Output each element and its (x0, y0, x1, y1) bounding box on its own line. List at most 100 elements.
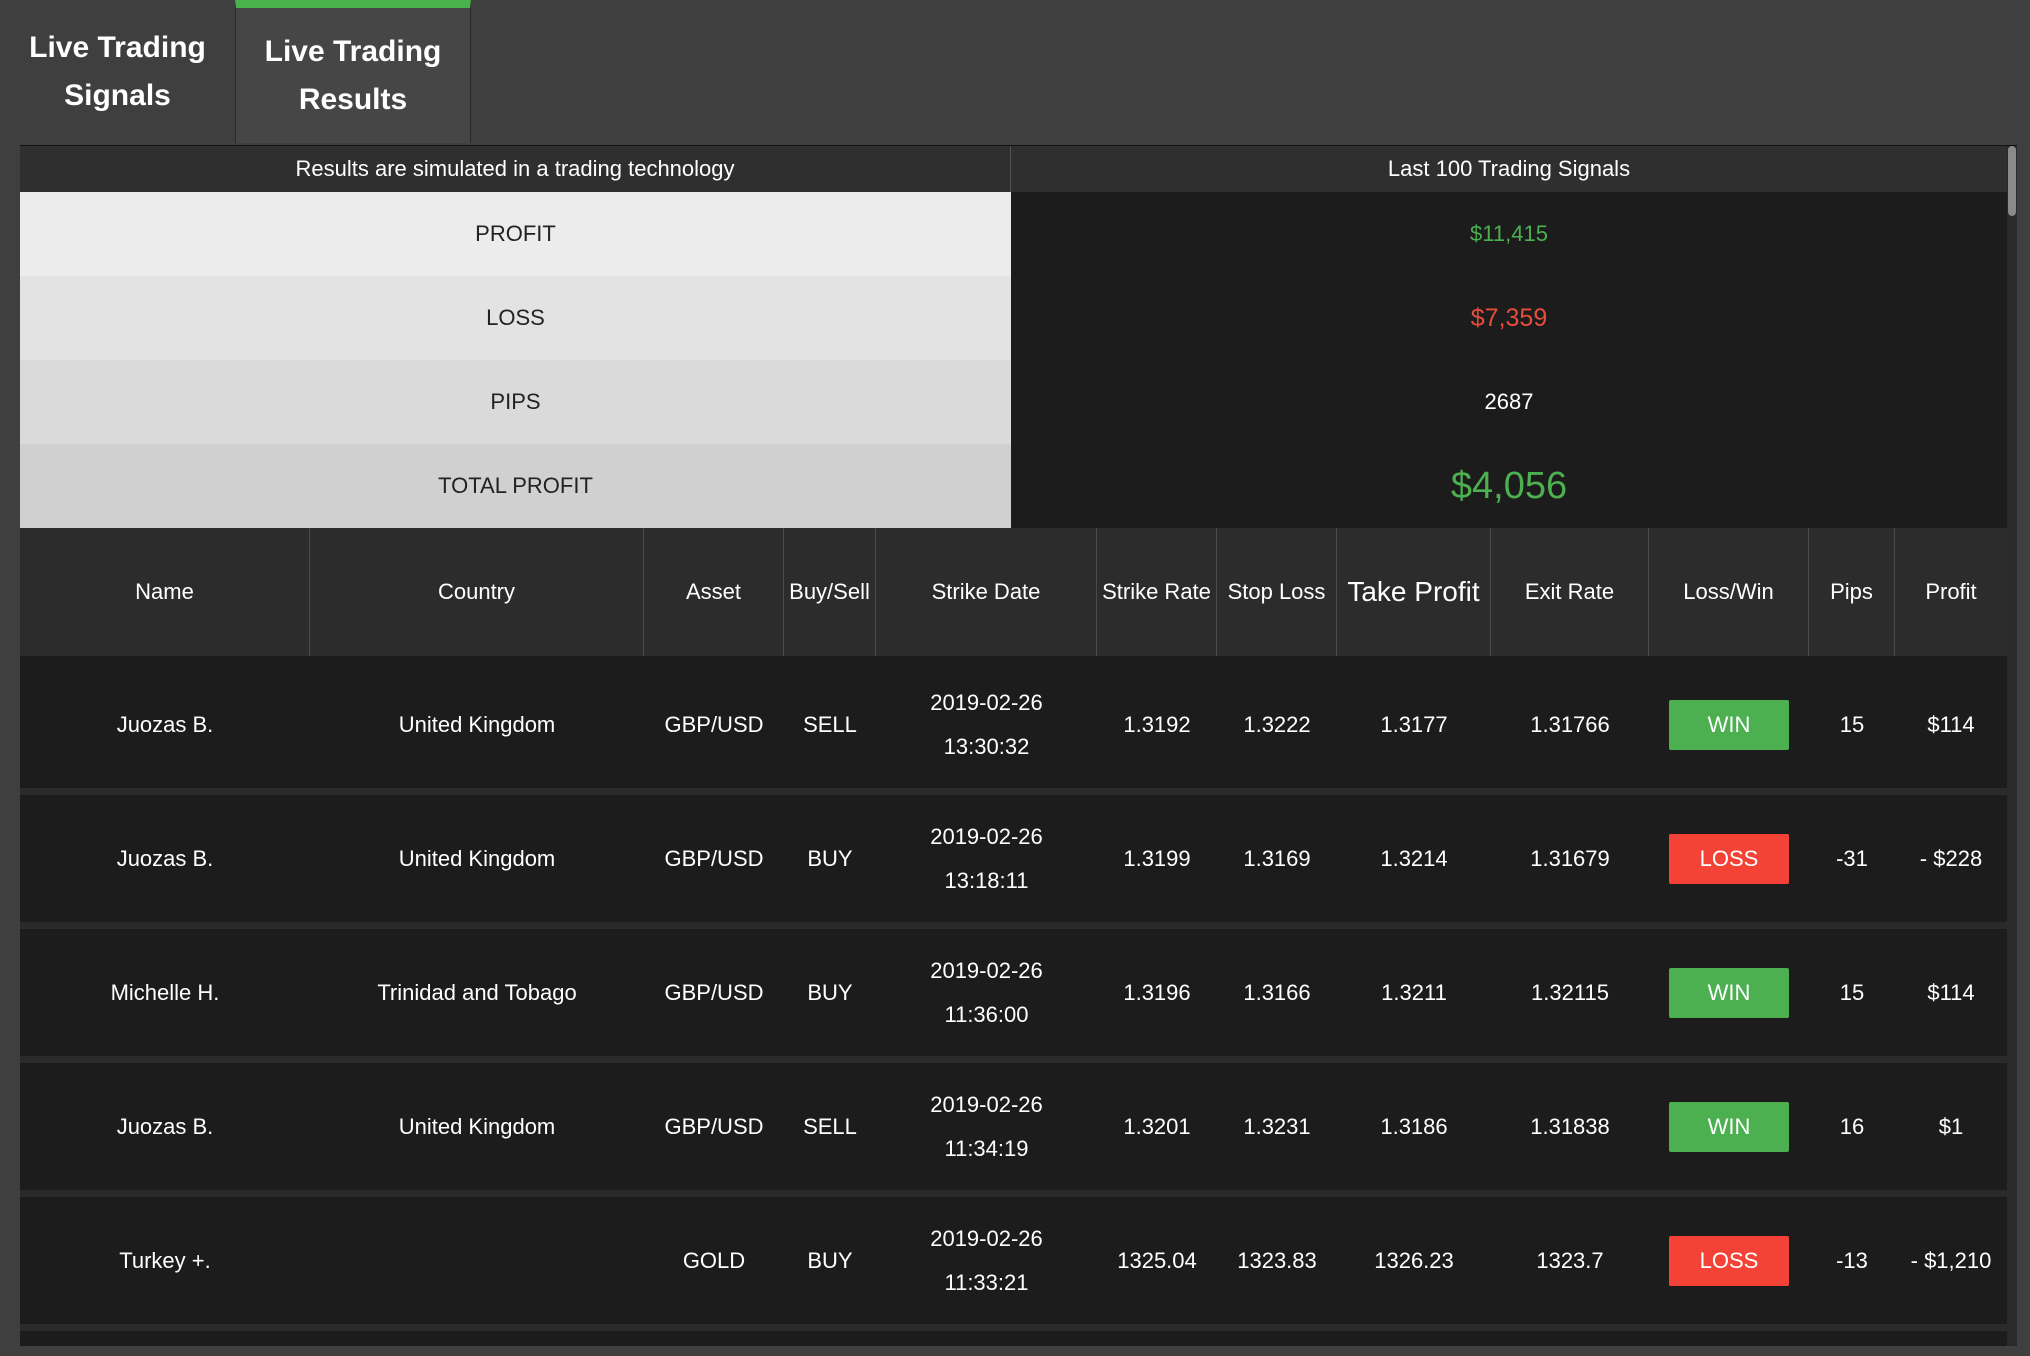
column-header-exit-rate[interactable]: Exit Rate (1491, 528, 1649, 656)
summary-header: Results are simulated in a trading techn… (20, 146, 2007, 192)
strike-date-text: 2019-02-26 (930, 957, 1043, 983)
cell-strike-date: 2019-02-26 11:34:19 (876, 1063, 1097, 1190)
table-row[interactable]: Turkey +. GOLD BUY 2019-02-26 11:33:21 1325.0… (20, 1197, 2007, 1331)
column-header-strike-date[interactable]: Strike Date (876, 528, 1097, 656)
cell-pips: 15 (1839, 979, 1865, 1005)
strike-date-text: 2019-02-26 (930, 823, 1043, 849)
cell-exit-rate: 1.31838 (1530, 1113, 1610, 1139)
table-header: Name Country Asset Buy/Sell Strike Date … (20, 528, 2007, 656)
cell-strike-date: 2019-02-26 11:33:21 (876, 1197, 1097, 1324)
strike-date-text: 2019-02-26 (930, 689, 1043, 715)
cell-asset: GOLD (682, 1247, 746, 1273)
table-row[interactable]: Juozas B. United Kingdom GBP/USD SELL 2019-0… (20, 661, 2007, 795)
cell-asset: GBP/USD (664, 979, 764, 1005)
cell-country: United Kingdom (398, 711, 556, 737)
column-header-name[interactable]: Name (20, 528, 310, 656)
cell-asset: GBP/USD (664, 1113, 764, 1139)
cell-strike-date: 2019-02-26 13:18:11 (876, 795, 1097, 922)
cell-buy-sell: BUY (807, 1247, 853, 1273)
column-header-asset[interactable]: Asset (644, 528, 784, 656)
cell-buy-sell: SELL (803, 1113, 857, 1139)
cell-take-profit: 1.3177 (1380, 711, 1448, 737)
cell-stop-loss: 1.3231 (1243, 1113, 1311, 1139)
cell-buy-sell: BUY (807, 845, 853, 871)
column-header-stop-loss[interactable]: Stop Loss (1217, 528, 1337, 656)
cell-country: United Kingdom (398, 845, 556, 871)
summary-row-pips: PIPS 2687 (20, 360, 2007, 444)
cell-exit-rate: 1.31679 (1530, 845, 1610, 871)
cell-profit: - $1,210 (1895, 1197, 2007, 1324)
column-header-pips[interactable]: Pips (1809, 528, 1895, 656)
cell-profit: $1 (1938, 1113, 1964, 1139)
strike-time-text: 11:36:00 (944, 1001, 1029, 1027)
win-badge: WIN (1669, 967, 1789, 1018)
table-row[interactable]: Michelle H. Trinidad and Tobago GBP/USD BUY… (20, 929, 2007, 1063)
loss-badge: LOSS (1669, 833, 1789, 884)
cell-country (310, 1197, 644, 1324)
summary-label: PROFIT (20, 192, 1011, 276)
win-badge: WIN (1669, 699, 1789, 750)
tab-label: Live Trading Signals (29, 30, 206, 112)
cell-loss-win: LOSS (1649, 795, 1809, 922)
cell-profit: $114 (1927, 711, 1975, 737)
summary-value: $11,415 (1011, 192, 2007, 276)
column-header-buy-sell[interactable]: Buy/Sell (784, 528, 876, 656)
cell-asset: GBP/USD (664, 711, 764, 737)
cell-take-profit: 1.3186 (1380, 1113, 1448, 1139)
column-header-take-profit[interactable]: Take Profit (1337, 528, 1491, 656)
cell-pips: -31 (1836, 845, 1868, 871)
cell-take-profit: 1.3211 (1381, 979, 1447, 1005)
cell-name: Juozas B. (116, 845, 214, 871)
cell-loss-win: LOSS (1649, 1197, 1809, 1324)
summary-row-total-profit: TOTAL PROFIT $4,056 (20, 444, 2007, 528)
strike-time-text: 11:33:21 (944, 1269, 1029, 1295)
strike-date-text: 2019-02-26 (930, 1225, 1043, 1251)
cell-exit-rate: 1.31766 (1530, 711, 1610, 737)
summary-label: PIPS (20, 360, 1011, 444)
cell-buy-sell: SELL (803, 711, 857, 737)
cell-profit: - $228 (1919, 845, 1983, 871)
tab-live-trading-results[interactable]: Live Trading Results (235, 0, 471, 143)
strike-time-text: 13:30:32 (943, 733, 1030, 759)
cell-loss-win: WIN (1649, 929, 1809, 1056)
table-row[interactable]: Juozas B. United Kingdom GBP/USD SELL 2019-0… (20, 1063, 2007, 1197)
summary-label: TOTAL PROFIT (20, 444, 1011, 528)
summary-value: $4,056 (1011, 444, 2007, 528)
cell-strike-date: 2019-02-26 13:30:32 (876, 661, 1097, 788)
summary-value: $7,359 (1011, 276, 2007, 360)
cell-strike-rate: 1325.04 (1117, 1247, 1197, 1273)
cell-pips: 16 (1839, 1113, 1865, 1139)
column-header-profit[interactable]: Profit (1895, 528, 2007, 656)
scrollbar[interactable] (2007, 146, 2017, 1346)
cell-strike-rate: 1.3199 (1123, 845, 1191, 871)
cell-strike-rate: 1.3192 (1123, 711, 1191, 737)
cell-loss-win: WIN (1649, 661, 1809, 788)
cell-stop-loss: 1323.83 (1237, 1247, 1317, 1273)
table-row[interactable]: Juozas B. United Kingdom GBP/USD BUY 2019-02… (20, 795, 2007, 929)
cell-profit: $114 (1927, 979, 1975, 1005)
summary-label: LOSS (20, 276, 1011, 360)
cell-strike-date: 2019-02-26 11:36:00 (876, 929, 1097, 1056)
cell-exit-rate: 1.32115 (1531, 979, 1609, 1005)
cell-exit-rate: 1323.7 (1536, 1247, 1604, 1273)
cell-asset: GBP/USD (664, 845, 764, 871)
cell-pips: 15 (1839, 711, 1865, 737)
column-header-country[interactable]: Country (310, 528, 644, 656)
scrollbar-thumb[interactable] (2008, 146, 2016, 216)
column-header-loss-win[interactable]: Loss/Win (1649, 528, 1809, 656)
win-badge: WIN (1669, 1101, 1789, 1152)
cell-name: Michelle H. (110, 979, 220, 1005)
column-header-strike-rate[interactable]: Strike Rate (1097, 528, 1217, 656)
cell-country: Trinidad and Tobago (377, 979, 577, 1005)
strike-time-text: 13:18:11 (944, 867, 1029, 893)
tab-live-trading-signals[interactable]: Live Trading Signals (0, 0, 235, 143)
cell-take-profit: 1.3214 (1380, 845, 1448, 871)
strike-date-text: 2019-02-26 (930, 1091, 1043, 1117)
strike-time-text: 11:34:19 (944, 1135, 1029, 1161)
cell-country: United Kingdom (398, 1113, 556, 1139)
cell-loss-win: WIN (1649, 1063, 1809, 1190)
cell-buy-sell: BUY (807, 979, 853, 1005)
cell-name: Turkey +. (119, 1247, 211, 1273)
cell-pips: -13 (1836, 1247, 1868, 1273)
cell-strike-rate: 1.3201 (1123, 1113, 1191, 1139)
